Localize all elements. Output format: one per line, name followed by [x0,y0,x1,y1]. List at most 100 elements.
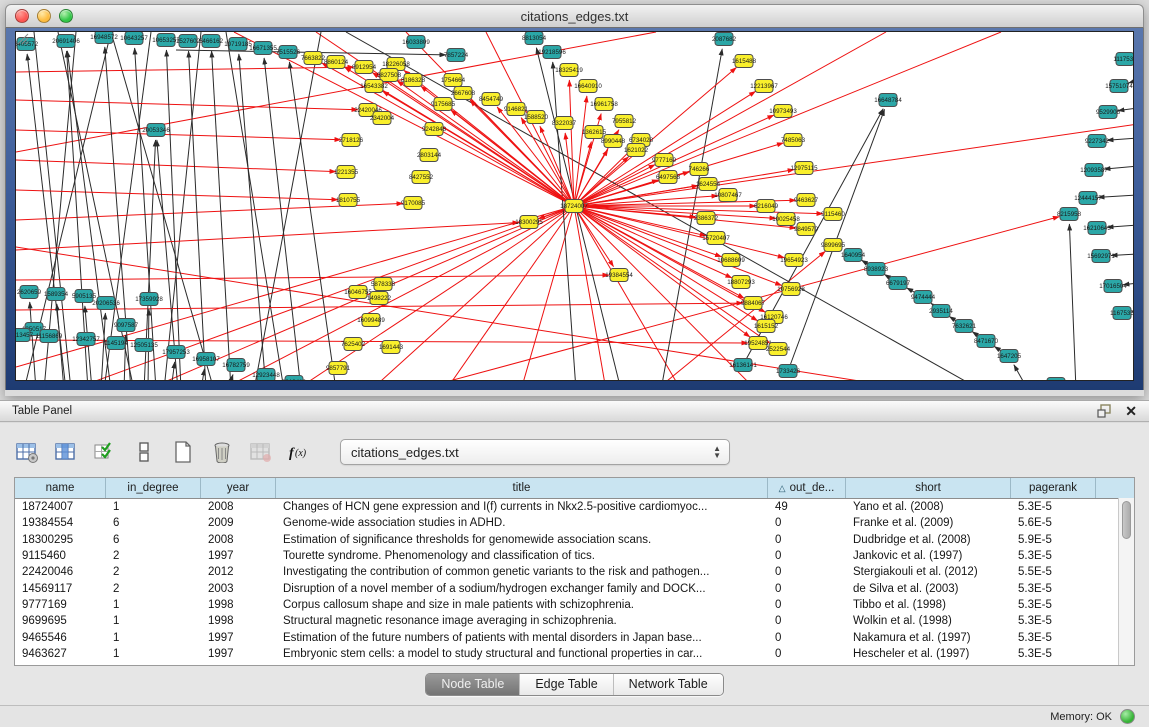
graph-node[interactable]: 1621022 [624,144,649,157]
graph-node[interactable]: 9529906 [1096,106,1121,119]
graph-node[interactable]: 2522544 [766,343,791,356]
graph-node[interactable]: 12444157 [1074,192,1102,205]
graph-node[interactable]: 8454749 [479,93,504,106]
network-canvas[interactable]: 2405572206914061694857210643257106532571… [15,31,1134,381]
graph-node[interactable]: 1615488 [732,55,757,68]
graph-node[interactable]: 5905135 [72,290,97,303]
graph-node[interactable]: 1754664 [441,74,466,87]
graph-node[interactable]: 8471670 [974,335,999,348]
column-header-pagerank[interactable]: pagerank [1011,478,1096,498]
graph-node[interactable]: 1527602 [176,35,201,48]
graph-node[interactable]: 8427552 [409,171,434,184]
row-height-icon[interactable] [131,439,157,465]
vertical-scrollbar[interactable] [1118,498,1134,665]
function-builder-icon[interactable]: f(x) [287,439,313,465]
graph-node[interactable]: 16648784 [874,94,902,107]
column-header-name[interactable]: name [15,478,106,498]
graph-node[interactable]: 9115460 [821,208,845,221]
select-mode-icon[interactable] [92,439,118,465]
close-panel-icon[interactable]: ✕ [1125,404,1137,418]
table-row[interactable]: 946554611997Estimation of the future num… [15,629,1134,645]
table-row[interactable]: 977716911998Corpus callosum shape and si… [15,597,1134,613]
graph-node[interactable]: 8186328 [401,74,426,87]
graph-node[interactable]: 2620659 [17,286,42,299]
graph-node[interactable]: 2803144 [417,149,442,162]
graph-node[interactable]: 2718126 [339,134,364,147]
graph-node[interactable]: 2667608 [451,87,476,100]
graph-node[interactable]: 6497568 [656,171,681,184]
graph-node[interactable]: 18300295 [515,216,543,229]
graph-node[interactable]: 19384554 [605,269,633,282]
resize-grip[interactable] [16,32,29,45]
table-row[interactable]: 2242004622012Investigating the contribut… [15,564,1134,580]
graph-node[interactable]: 16210643 [1083,222,1111,235]
minimize-window-button[interactable] [37,9,51,23]
table-row[interactable]: 1872400712008Changes of HCN gene express… [15,499,1134,515]
graph-node[interactable]: 746266 [689,163,710,176]
column-header-year[interactable]: year [201,478,276,498]
graph-node[interactable]: 7955812 [612,115,637,128]
graph-node[interactable]: 19218596 [538,46,566,59]
graph-node[interactable]: 1498222 [367,292,392,305]
graph-node[interactable]: 1145194 [104,337,128,350]
table-row[interactable]: 1456911722003Disruption of a novel membe… [15,580,1134,596]
window-titlebar[interactable]: citations_edges.txt [5,4,1144,28]
graph-node[interactable]: 2087682 [712,33,737,46]
graph-node[interactable]: 9465546 [1044,378,1069,382]
graph-node[interactable]: 10025458 [772,213,800,226]
graph-node[interactable]: 1647205 [997,350,1022,363]
graph-node[interactable]: 9227342 [1085,135,1110,148]
graph-node[interactable]: 7485063 [781,134,806,147]
graph-node[interactable]: 1589354 [44,288,69,301]
graph-node[interactable]: 8919419 [282,376,307,382]
float-panel-icon[interactable] [1097,404,1113,418]
graph-node[interactable]: 16136141 [729,359,757,372]
column-header-out_de[interactable]: △out_de... [768,478,846,498]
graph-node[interactable]: 8938923 [864,263,889,276]
graph-node[interactable]: 12213967 [750,80,778,93]
graph-node[interactable]: 8322037 [552,117,577,130]
graph-node[interactable]: 17359928 [135,293,163,306]
graph-node[interactable]: 1167535 [1110,307,1134,320]
graph-node[interactable]: 8990448 [601,135,626,148]
graph-node[interactable]: 9175685 [431,98,456,111]
table-row[interactable]: 946362711997Embryonic stem cells: a mode… [15,646,1134,662]
graph-node[interactable]: 16640910 [574,80,602,93]
graph-node[interactable]: 7625402 [341,338,366,351]
graph-node[interactable]: 16961758 [590,98,618,111]
graph-node[interactable]: 8912954 [352,61,377,74]
graph-node[interactable]: 10807467 [714,189,742,202]
delete-trash-icon[interactable] [209,439,235,465]
zoom-window-button[interactable] [59,9,73,23]
graph-node[interactable]: 9463627 [794,194,819,207]
graph-node[interactable]: 7857224 [444,49,469,62]
graph-node[interactable]: 1588520 [524,111,549,124]
graph-node[interactable]: 10756928 [777,283,805,296]
graph-node[interactable]: 12975115 [790,162,818,175]
graph-node[interactable]: 9849579 [794,223,819,236]
graph-node[interactable]: 15720407 [702,232,730,245]
graph-node[interactable]: 15751074 [1105,80,1133,93]
table-row[interactable]: 1830029562008Estimation of significance … [15,532,1134,548]
graph-node[interactable]: 9097587 [114,319,139,332]
graph-node[interactable]: 8860124 [324,56,349,69]
graph-node[interactable]: 1362615 [582,126,607,139]
graph-node[interactable]: 9170085 [401,197,426,210]
graph-node[interactable]: 6466162 [199,35,224,48]
tab-node-table[interactable]: Node Table [426,674,519,695]
table-row[interactable]: 911546021997Tourette syndrome. Phenomeno… [15,548,1134,564]
graph-node[interactable]: 1640954 [841,249,866,262]
table-row[interactable]: 1938455462009Genome-wide association stu… [15,515,1134,531]
graph-node[interactable]: 2386372 [694,212,719,225]
graph-node[interactable]: 2935114 [929,305,953,318]
graph-node[interactable]: 16099489 [357,314,385,327]
graph-node[interactable]: 20691406 [52,35,80,48]
graph-node[interactable]: 9474444 [911,291,936,304]
graph-node[interactable]: 15692971 [1087,250,1115,263]
show-columns-icon[interactable] [53,439,79,465]
graph-node[interactable]: 10688609 [717,254,745,267]
graph-node[interactable]: 9777169 [652,154,677,167]
table-select-dropdown[interactable]: citations_edges.txt▲▼ [340,439,730,465]
table-options-icon[interactable] [14,439,40,465]
graph-node[interactable]: 1691443 [379,341,404,354]
